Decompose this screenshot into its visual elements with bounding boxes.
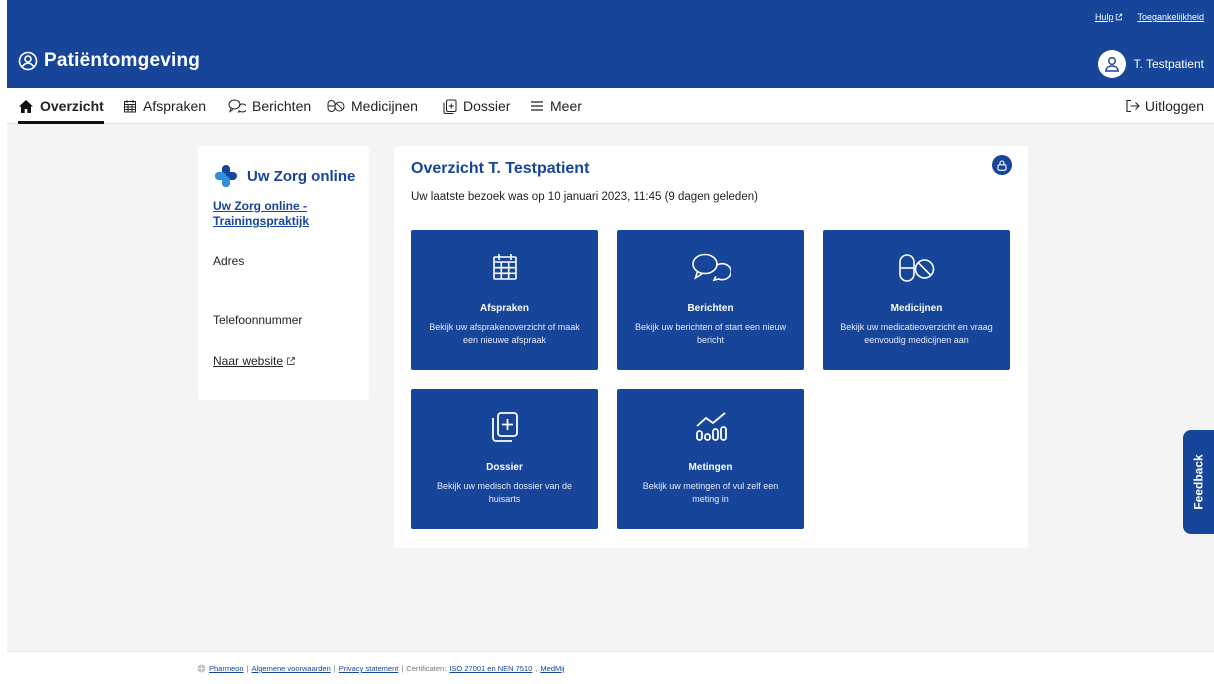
overview-card: Overzicht T. Testpatient Uw laatste bezo…	[394, 146, 1028, 548]
footer: Pharmeon | Algemene voorwaarden | Privac…	[7, 651, 1214, 684]
main-nav: Overzicht Afspraken Berichten Medicijnen…	[7, 88, 1214, 124]
tile-title: Dossier	[486, 462, 523, 473]
nav-label: Medicijnen	[351, 98, 418, 114]
user-circle-icon	[18, 51, 38, 71]
address-label: Adres	[213, 254, 245, 268]
pills-icon	[327, 100, 345, 112]
footer-links: Pharmeon | Algemene voorwaarden | Privac…	[197, 664, 565, 673]
dossier-icon	[491, 412, 518, 442]
user-name: T. Testpatient	[1133, 57, 1205, 71]
pharmeon-logo-icon	[197, 664, 206, 673]
separator: |	[333, 664, 336, 673]
tile-title: Berichten	[687, 303, 734, 314]
last-visit-text: Uw laatste bezoek was op 10 januari 2023…	[411, 191, 758, 203]
app-header: Hulp Toegankelijkheid Patiëntomgeving T.…	[7, 0, 1214, 88]
lock-button[interactable]	[992, 155, 1012, 175]
app: Hulp Toegankelijkheid Patiëntomgeving T.…	[7, 0, 1214, 684]
external-link-icon	[287, 357, 295, 365]
brand: Patiëntomgeving	[18, 50, 200, 72]
phone-label: Telefoonnummer	[213, 313, 303, 327]
tile-description: Bekijk uw berichten of start een nieuw b…	[634, 322, 787, 345]
tile-metingen[interactable]: Metingen Bekijk uw metingen of vul zelf …	[617, 389, 804, 529]
home-icon	[19, 99, 33, 113]
tile-title: Medicijnen	[890, 303, 943, 314]
help-link-label: Hulp	[1094, 12, 1114, 22]
tile-description: Bekijk uw metingen of vul zelf een metin…	[642, 481, 779, 504]
nav-label: Meer	[550, 98, 582, 114]
nav-afspraken[interactable]: Afspraken	[123, 88, 206, 124]
tile-icon-wrap	[411, 252, 598, 284]
logout-label: Uitloggen	[1144, 98, 1204, 114]
nav-dossier[interactable]: Dossier	[443, 88, 510, 124]
feedback-tab[interactable]: Feedback	[1183, 430, 1214, 534]
calendar-icon	[124, 100, 136, 113]
tile-description: Bekijk uw afsprakenoverzicht of maak een…	[429, 322, 580, 345]
iso-link[interactable]: ISO 27001 en NEN 7510	[449, 664, 532, 673]
help-link[interactable]: Hulp	[1095, 12, 1124, 22]
user-icon	[1104, 57, 1119, 72]
practice-name-link[interactable]: Uw Zorg online - Trainingspraktijk	[213, 199, 358, 229]
tile-dossier[interactable]: Dossier Bekijk uw medisch dossier van de…	[411, 389, 598, 529]
medical-cross-icon	[215, 165, 237, 187]
separator: |	[246, 664, 249, 673]
practice-logo-text: Uw Zorg online	[247, 167, 356, 185]
logout-icon	[1126, 99, 1140, 113]
practice-logo: Uw Zorg online	[214, 164, 355, 188]
tile-icon-wrap	[823, 252, 1010, 284]
practice-card: Uw Zorg online Uw Zorg online - Training…	[198, 146, 369, 400]
external-link-icon	[1116, 13, 1123, 21]
tile-icon-wrap	[617, 252, 804, 284]
website-link-label: Naar website	[213, 354, 284, 368]
tile-icon-wrap	[617, 411, 804, 443]
calendar-icon	[492, 254, 517, 280]
top-links: Hulp Toegankelijkheid	[1095, 12, 1204, 22]
tile-medicijnen[interactable]: Medicijnen Bekijk uw medicatieoverzicht …	[823, 230, 1010, 370]
pharmeon-link[interactable]: Pharmeon	[209, 664, 244, 673]
tile-title: Afspraken	[480, 303, 529, 314]
tile-description: Bekijk uw medisch dossier van de huisart…	[436, 481, 573, 504]
nav-berichten[interactable]: Berichten	[228, 88, 311, 124]
page-title: Overzicht T. Testpatient	[411, 160, 590, 177]
pills-icon	[898, 254, 934, 282]
app-title: Patiëntomgeving	[44, 50, 201, 71]
nav-medicijnen[interactable]: Medicijnen	[327, 88, 418, 124]
separator: |	[401, 664, 404, 673]
nav-label: Berichten	[252, 98, 312, 114]
privacy-link[interactable]: Privacy statement	[339, 664, 399, 673]
accessibility-link[interactable]: Toegankelijkheid	[1137, 12, 1204, 22]
user-menu[interactable]: T. Testpatient	[1097, 50, 1205, 78]
window-frame	[0, 0, 7, 684]
comma: ,	[535, 664, 538, 673]
menu-icon	[531, 101, 543, 111]
chat-icon	[691, 253, 731, 282]
nav-meer[interactable]: Meer	[530, 88, 582, 124]
tile-berichten[interactable]: Berichten Bekijk uw berichten of start e…	[617, 230, 804, 370]
feedback-label: Feedback	[1191, 454, 1206, 510]
nav-overzicht[interactable]: Overzicht	[18, 88, 104, 124]
tile-description: Bekijk uw medicatieoverzicht en vraag ee…	[840, 322, 993, 345]
chat-icon	[228, 99, 246, 113]
lock-icon	[997, 159, 1007, 171]
tile-title: Metingen	[688, 462, 733, 473]
avatar	[1097, 50, 1126, 78]
tile-icon-wrap	[411, 411, 598, 443]
website-link[interactable]: Naar website	[213, 354, 296, 368]
nav-label: Overzicht	[40, 98, 104, 114]
logout-button[interactable]: Uitloggen	[1125, 88, 1204, 124]
measurements-icon	[695, 412, 727, 441]
nav-label: Dossier	[463, 98, 511, 114]
nav-label: Afspraken	[143, 98, 207, 114]
dossier-icon	[443, 99, 457, 114]
tile-afspraken[interactable]: Afspraken Bekijk uw afsprakenoverzicht o…	[411, 230, 598, 370]
terms-link[interactable]: Algemene voorwaarden	[252, 664, 331, 673]
medmij-link[interactable]: MedMij	[540, 664, 564, 673]
certificates-label: Certificaten:	[406, 664, 447, 673]
